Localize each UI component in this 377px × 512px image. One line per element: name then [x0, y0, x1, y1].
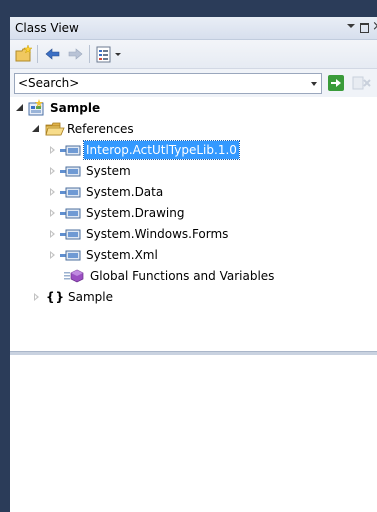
tree-node-reference[interactable]: System.Windows.Forms [10, 224, 377, 244]
tree-node-reference[interactable]: System.Drawing [10, 203, 377, 223]
class-view-panel: Class View × [10, 17, 377, 512]
open-folder-icon [45, 122, 65, 136]
tree-node-namespace[interactable]: {} Sample [10, 287, 377, 307]
tree-node-label: References [67, 122, 134, 136]
global-functions-icon [64, 269, 84, 283]
tree-node-reference[interactable]: System [10, 161, 377, 181]
clear-search-icon [352, 76, 371, 90]
title-bar[interactable]: Class View × [10, 17, 377, 40]
expand-arrow-icon[interactable] [50, 251, 55, 259]
members-pane[interactable] [10, 355, 377, 512]
class-tree: Sample References Interop.ActUtlTypeLib.… [10, 98, 377, 351]
restore-icon[interactable] [360, 23, 369, 33]
expand-arrow-icon[interactable] [34, 293, 39, 301]
tree-node-label: System [86, 164, 131, 178]
tree-node-label: System.Xml [86, 248, 158, 262]
back-button[interactable] [43, 44, 63, 64]
dropdown-arrow-icon[interactable] [311, 82, 317, 86]
assembly-reference-icon [60, 208, 81, 219]
chevron-down-icon[interactable] [347, 24, 355, 28]
tree-node-label: System.Data [86, 185, 164, 199]
new-folder-icon [15, 44, 33, 62]
tree-node-sample-project[interactable]: Sample [10, 98, 377, 118]
settings-icon [96, 46, 121, 63]
forward-button[interactable] [65, 44, 85, 64]
collapse-arrow-icon[interactable] [16, 104, 23, 111]
collapse-arrow-icon[interactable] [32, 125, 39, 132]
project-icon [28, 99, 44, 116]
tree-node-label: Global Functions and Variables [90, 269, 275, 283]
expand-arrow-icon[interactable] [50, 188, 55, 196]
assembly-reference-icon [60, 250, 81, 261]
assembly-reference-icon [60, 145, 81, 156]
tree-node-label: Sample [68, 290, 113, 304]
go-arrow-icon [331, 79, 341, 87]
tree-node-globals[interactable]: Global Functions and Variables [10, 266, 377, 286]
new-folder-button[interactable] [14, 44, 34, 64]
expand-arrow-icon[interactable] [50, 167, 55, 175]
assembly-reference-icon [60, 187, 81, 198]
tree-node-references[interactable]: References [10, 119, 377, 139]
tree-node-reference[interactable]: System.Data [10, 182, 377, 202]
settings-button[interactable] [95, 44, 125, 64]
tree-node-reference[interactable]: System.Xml [10, 245, 377, 265]
panel-title: Class View [15, 21, 79, 35]
search-row: <Search> [10, 69, 377, 97]
toolbar [10, 40, 377, 69]
assembly-reference-icon [60, 166, 81, 177]
toolbar-separator [89, 45, 90, 63]
expand-arrow-icon[interactable] [50, 146, 55, 154]
search-go-button[interactable] [328, 75, 344, 91]
search-combobox[interactable]: <Search> [14, 73, 322, 94]
forward-arrow-icon [68, 48, 83, 60]
close-icon[interactable]: × [372, 19, 377, 34]
expand-arrow-icon[interactable] [50, 230, 55, 238]
tree-node-label: System.Windows.Forms [86, 227, 229, 241]
back-arrow-icon [45, 48, 60, 60]
namespace-icon: {} [46, 290, 66, 304]
clear-search-button[interactable] [352, 75, 372, 91]
assembly-reference-icon [60, 229, 81, 240]
tree-node-reference[interactable]: Interop.ActUtlTypeLib.1.0 [10, 140, 377, 160]
tree-node-label: System.Drawing [86, 206, 185, 220]
tree-node-label: Interop.ActUtlTypeLib.1.0 [83, 140, 240, 160]
search-input[interactable]: <Search> [18, 76, 79, 90]
toolbar-separator [37, 45, 38, 63]
expand-arrow-icon[interactable] [50, 209, 55, 217]
tree-node-label: Sample [50, 101, 101, 115]
